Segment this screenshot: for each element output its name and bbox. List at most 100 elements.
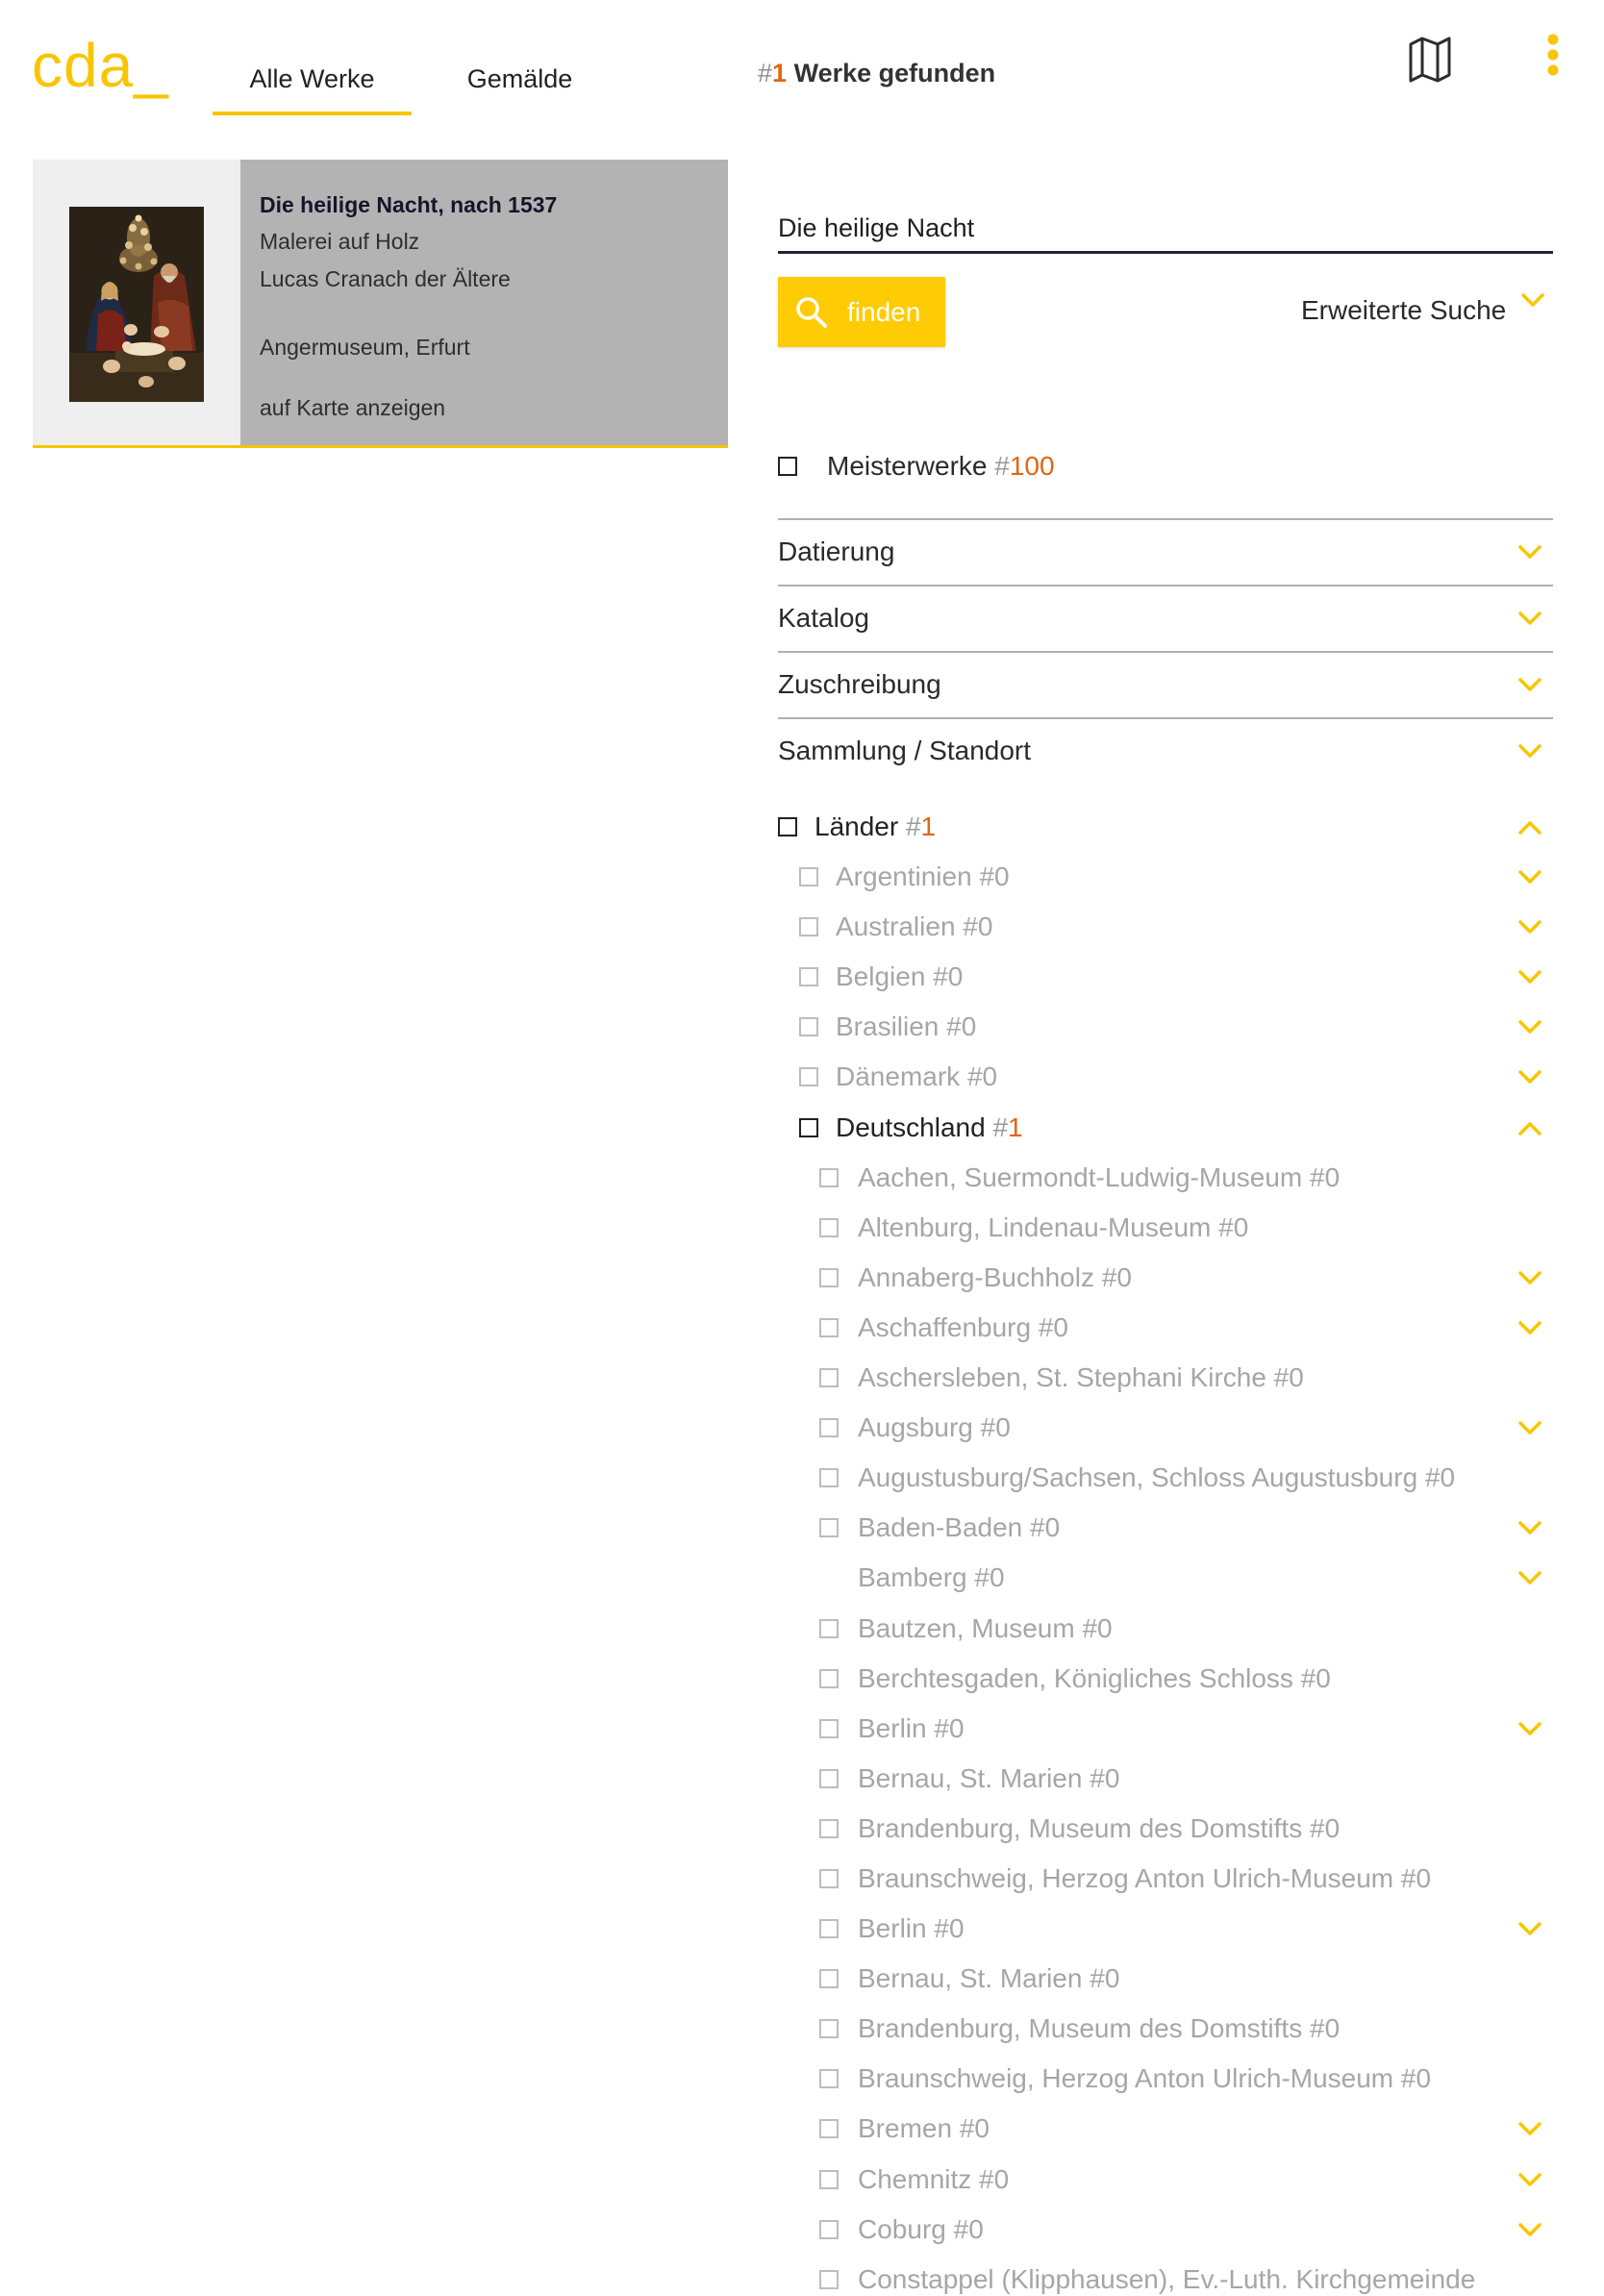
chevron-down-icon[interactable] — [1521, 293, 1544, 308]
chevron-down-icon[interactable] — [1518, 970, 1541, 985]
more-menu-button[interactable] — [1547, 34, 1559, 78]
filter-checkbox[interactable] — [819, 1919, 839, 1939]
chevron-down-icon[interactable] — [1518, 2122, 1541, 2136]
filter-checkbox[interactable] — [819, 2119, 839, 2139]
filter-checkbox[interactable] — [799, 967, 818, 987]
chevron-down-icon[interactable] — [1518, 611, 1541, 626]
country-filter-item[interactable]: Deutschland #1 — [778, 1103, 1553, 1153]
filter-item-text: Bernau, St. Marien #0 — [858, 1954, 1119, 2004]
map-button[interactable] — [1408, 36, 1452, 84]
filter-section-dating[interactable]: Datierung — [778, 518, 1553, 584]
filter-checkbox[interactable] — [819, 1618, 839, 1638]
city-filter-item[interactable]: Berchtesgaden, Königliches Schloss #0 — [778, 1654, 1553, 1704]
city-filter-item[interactable]: Chemnitz #0 — [778, 2155, 1553, 2205]
chevron-up-icon[interactable] — [1518, 1121, 1541, 1136]
chevron-down-icon[interactable] — [1518, 544, 1541, 560]
city-filter-item[interactable]: Brandenburg, Museum des Domstifts #0 — [778, 1804, 1553, 1854]
search-button[interactable]: finden — [778, 277, 945, 347]
chevron-down-icon[interactable] — [1518, 920, 1541, 935]
filter-checkbox[interactable] — [799, 1017, 818, 1037]
filter-checkbox[interactable] — [799, 1117, 818, 1137]
filter-checkbox[interactable] — [799, 1067, 818, 1087]
city-filter-item[interactable]: Baden-Baden #0 — [778, 1503, 1553, 1553]
app-logo[interactable]: cda_ — [32, 35, 169, 96]
tab-all-works[interactable]: Alle Werke — [213, 46, 412, 115]
filter-section-collection-location[interactable]: Sammlung / Standort — [778, 717, 1553, 783]
chevron-down-icon[interactable] — [1518, 677, 1541, 692]
city-filter-item[interactable]: Coburg #0 — [778, 2205, 1553, 2255]
city-filter-item[interactable]: Bautzen, Museum #0 — [778, 1604, 1553, 1654]
filter-checkbox[interactable] — [819, 1167, 839, 1187]
chevron-down-icon[interactable] — [1518, 1571, 1541, 1585]
city-filter-item[interactable]: Bernau, St. Marien #0 — [778, 1754, 1553, 1804]
masterpieces-filter[interactable]: Meisterwerke #100 — [778, 450, 1553, 483]
filter-checkbox[interactable] — [819, 2169, 839, 2189]
filter-checkbox[interactable] — [799, 917, 818, 937]
chevron-down-icon[interactable] — [1518, 1521, 1541, 1535]
city-filter-item[interactable]: Bremen #0 — [778, 2104, 1553, 2154]
artwork-title[interactable]: Die heilige Nacht, nach 1537 — [260, 190, 557, 219]
filter-checkbox[interactable] — [819, 1468, 839, 1488]
filter-checkbox[interactable] — [819, 1718, 839, 1738]
city-filter-item[interactable]: Berlin #0 — [778, 1904, 1553, 1954]
city-filter-item[interactable]: Aschersleben, St. Stephani Kirche #0 — [778, 1353, 1553, 1403]
city-filter-item[interactable]: Constappel (Klipphausen), Ev.-Luth. Kirc… — [778, 2255, 1553, 2296]
filter-checkbox[interactable] — [819, 2019, 839, 2039]
chevron-up-icon[interactable] — [1518, 820, 1541, 835]
filter-checkbox[interactable] — [819, 2269, 839, 2289]
filter-checkbox[interactable] — [819, 1518, 839, 1538]
city-filter-item[interactable]: Berlin #0 — [778, 1704, 1553, 1754]
filter-section-catalog[interactable]: Katalog — [778, 585, 1553, 650]
city-filter-item[interactable]: Braunschweig, Herzog Anton Ulrich-Museum… — [778, 2054, 1553, 2104]
filter-section-attribution[interactable]: Zuschreibung — [778, 651, 1553, 716]
chevron-down-icon[interactable] — [1518, 1421, 1541, 1435]
country-filter-item[interactable]: Belgien #0 — [778, 952, 1553, 1002]
city-filter-item[interactable]: Aachen, Suermondt-Ludwig-Museum #0 — [778, 1153, 1553, 1203]
chevron-down-icon[interactable] — [1518, 2172, 1541, 2187]
masterpieces-checkbox[interactable] — [778, 457, 797, 476]
filter-checkbox[interactable] — [819, 1217, 839, 1237]
city-filter-item[interactable]: Brandenburg, Museum des Domstifts #0 — [778, 2004, 1553, 2054]
city-filter-item[interactable]: Augustusburg/Sachsen, Schloss Augustusbu… — [778, 1453, 1553, 1503]
city-filter-item[interactable]: Annaberg-Buchholz #0 — [778, 1253, 1553, 1303]
filter-checkbox[interactable] — [819, 1818, 839, 1838]
chevron-down-icon[interactable] — [1518, 1321, 1541, 1335]
city-filter-item[interactable]: Aschaffenburg #0 — [778, 1303, 1553, 1353]
chevron-down-icon[interactable] — [1518, 743, 1541, 759]
city-filter-item[interactable]: Bernau, St. Marien #0 — [778, 1954, 1553, 2004]
filter-checkbox[interactable] — [819, 2219, 839, 2239]
result-card[interactable]: Die heilige Nacht, nach 1537 Malerei auf… — [33, 160, 728, 448]
city-filter-item[interactable]: Braunschweig, Herzog Anton Ulrich-Museum… — [778, 1854, 1553, 1904]
filter-checkbox[interactable] — [819, 1418, 839, 1438]
filter-checkbox[interactable] — [819, 1368, 839, 1388]
chevron-down-icon[interactable] — [1518, 870, 1541, 885]
show-on-map-link[interactable]: auf Karte anzeigen — [260, 393, 445, 422]
tab-paintings[interactable]: Gemälde — [420, 46, 619, 112]
search-input[interactable] — [778, 205, 1553, 251]
advanced-search-toggle[interactable]: Erweiterte Suche — [1301, 292, 1544, 329]
country-filter-item[interactable]: Argentinien #0 — [778, 852, 1553, 902]
filter-checkbox[interactable] — [819, 1267, 839, 1287]
filter-checkbox[interactable] — [799, 867, 818, 887]
filter-checkbox[interactable] — [819, 1868, 839, 1888]
chevron-down-icon[interactable] — [1518, 2222, 1541, 2237]
country-filter-item[interactable]: Brasilien #0 — [778, 1002, 1553, 1052]
filter-checkbox[interactable] — [819, 1969, 839, 1989]
chevron-down-icon[interactable] — [1518, 1922, 1541, 1936]
countries-filter-group[interactable]: Länder #1 — [778, 802, 1553, 852]
filter-checkbox[interactable] — [819, 1768, 839, 1788]
chevron-down-icon[interactable] — [1518, 1721, 1541, 1736]
filter-checkbox[interactable] — [819, 2069, 839, 2089]
filter-checkbox[interactable] — [778, 817, 797, 836]
city-filter-item[interactable]: Altenburg, Lindenau-Museum #0 — [778, 1203, 1553, 1253]
artwork-thumbnail[interactable] — [69, 207, 204, 402]
city-filter-item[interactable]: Augsburg #0 — [778, 1403, 1553, 1453]
chevron-down-icon[interactable] — [1518, 1020, 1541, 1035]
country-filter-item[interactable]: Dänemark #0 — [778, 1052, 1553, 1102]
city-filter-item[interactable]: Bamberg #0 — [778, 1553, 1553, 1603]
country-filter-item[interactable]: Australien #0 — [778, 902, 1553, 952]
chevron-down-icon[interactable] — [1518, 1070, 1541, 1085]
filter-checkbox[interactable] — [819, 1317, 839, 1337]
filter-checkbox[interactable] — [819, 1668, 839, 1688]
chevron-down-icon[interactable] — [1518, 1271, 1541, 1285]
